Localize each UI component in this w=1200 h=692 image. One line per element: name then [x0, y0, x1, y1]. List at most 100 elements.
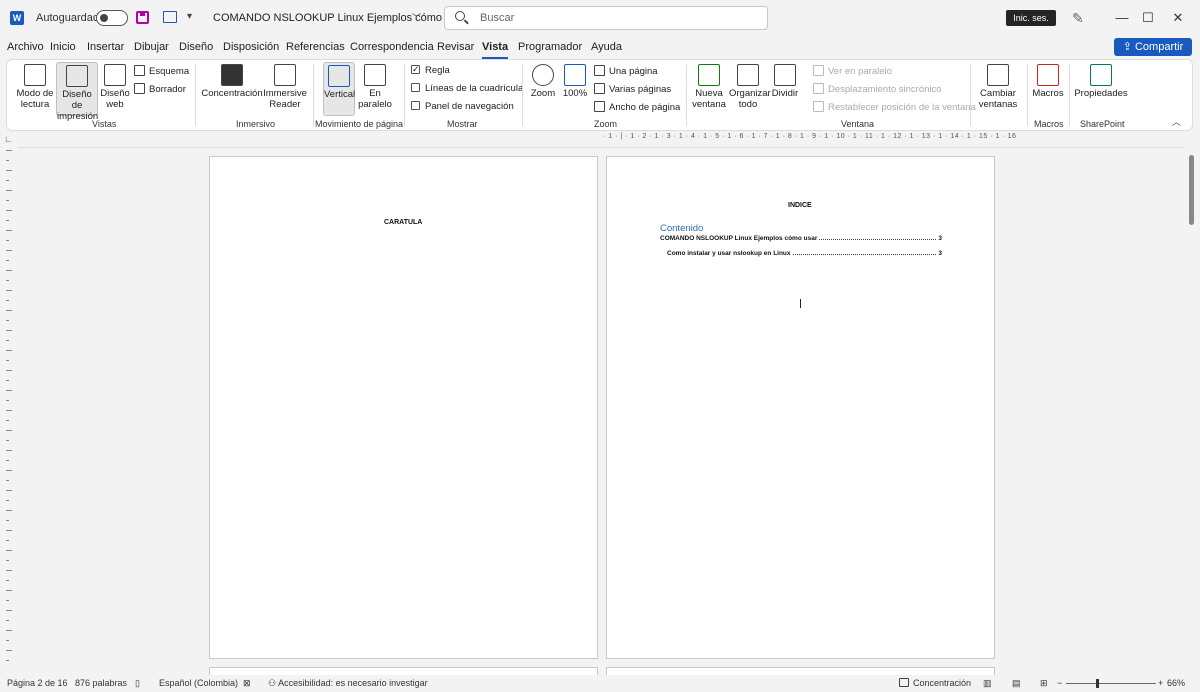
sync-scroll-button[interactable]: Desplazamiento sincrónico — [813, 83, 942, 96]
horizontal-ruler[interactable]: ∟ · 1 · | · 1 · 2 · 1 · 3 · 1 · 4 · 1 · … — [0, 133, 1200, 147]
immersive-reader-icon — [274, 64, 296, 86]
properties-label: Propiedades — [1074, 88, 1128, 99]
vertical-ruler[interactable] — [4, 150, 14, 670]
magnifier-icon — [532, 64, 554, 86]
zoom-in-icon[interactable]: + — [1158, 678, 1163, 688]
tab-ayuda[interactable]: Ayuda — [591, 41, 622, 53]
scrollbar-thumb[interactable] — [1189, 155, 1194, 225]
split-button[interactable]: Dividir — [769, 64, 801, 99]
ruler-tick — [6, 480, 9, 481]
immersive-reader-button[interactable]: Immersive Reader — [263, 64, 307, 110]
view-side-by-side-button[interactable]: Ver en paralelo — [813, 65, 892, 78]
tab-diseno[interactable]: Diseño — [179, 41, 213, 53]
tab-archivo[interactable]: Archivo — [7, 41, 44, 53]
ruler-tick — [6, 550, 12, 551]
reset-window-button[interactable]: Restablecer posición de la ventana — [813, 101, 976, 114]
sync-scroll-label: Desplazamiento sincrónico — [828, 84, 942, 95]
multiple-pages-label: Varias páginas — [609, 84, 672, 95]
vertical-scrollbar[interactable] — [1188, 147, 1196, 675]
web-layout-view-icon[interactable]: ⊞ — [1040, 678, 1048, 689]
tab-programador[interactable]: Programador — [518, 41, 582, 53]
vertical-button[interactable]: Vertical — [323, 62, 355, 116]
search-icon — [455, 11, 465, 21]
pen-icon[interactable]: ✎ — [1072, 10, 1086, 26]
page-count[interactable]: Página 2 de 16 — [7, 678, 68, 688]
print-layout-button[interactable]: Diseño de impresión — [56, 62, 98, 122]
draft-button[interactable]: Borrador — [134, 83, 186, 96]
document-title[interactable]: COMANDO NSLOOKUP Linux Ejemplos cómo usa… — [213, 12, 467, 24]
read-mode-view-icon[interactable]: ▥ — [983, 678, 992, 689]
page-2-title: INDICE — [788, 202, 812, 209]
tab-vista[interactable]: Vista — [482, 41, 509, 59]
one-page-button[interactable]: Una página — [594, 65, 658, 78]
nav-pane-checkbox[interactable]: Panel de navegación — [411, 101, 514, 113]
sign-in-button[interactable]: Inic. ses. — [1006, 10, 1056, 26]
properties-icon — [1090, 64, 1112, 86]
switch-windows-button[interactable]: Cambiar ventanas — [975, 64, 1021, 110]
reading-mode-button[interactable]: Modo de lectura — [13, 64, 57, 110]
page-2[interactable]: INDICE Contenido COMANDO NSLOOKUP Linux … — [606, 156, 995, 659]
side-by-side-button[interactable]: En paralelo — [357, 64, 393, 110]
new-window-button[interactable]: Nueva ventana — [691, 64, 727, 110]
tab-referencias[interactable]: Referencias — [286, 41, 345, 53]
document-canvas[interactable]: CARATULA INDICE Contenido COMANDO NSLOOK… — [18, 147, 1185, 675]
language[interactable]: Español (Colombia) — [159, 678, 238, 688]
outline-icon — [134, 65, 145, 76]
text-predictions-icon[interactable]: ⊠ — [243, 678, 251, 689]
multiple-pages-button[interactable]: Varias páginas — [594, 83, 671, 96]
zoom-100-label: 100% — [562, 88, 588, 99]
word-count[interactable]: 876 palabras — [75, 678, 127, 688]
zoom-slider-knob[interactable] — [1095, 679, 1099, 688]
close-button[interactable]: ✕ — [1168, 8, 1188, 28]
properties-button[interactable]: Propiedades — [1073, 64, 1129, 99]
ruler-tick — [6, 340, 9, 341]
gridlines-checkbox[interactable]: Líneas de la cuadrícula — [411, 83, 523, 95]
autosave-toggle[interactable] — [96, 10, 128, 26]
ruler-tick — [6, 180, 9, 181]
focus-button[interactable]: Concentración — [201, 64, 263, 99]
page-4[interactable] — [606, 667, 995, 675]
zoom-100-button[interactable]: 100% — [561, 64, 589, 99]
arrange-all-button[interactable]: Organizar todo — [729, 64, 771, 110]
zoom-out-icon[interactable]: − — [1057, 678, 1062, 688]
web-layout-button[interactable]: Diseño web — [100, 64, 130, 110]
print-layout-view-icon[interactable]: ▤ — [1012, 678, 1021, 689]
tab-selector-icon[interactable]: ∟ — [4, 134, 13, 144]
proofing-icon[interactable]: ▯ — [135, 678, 140, 689]
focus-status-button[interactable]: Concentración — [899, 678, 971, 688]
ruler-tick — [6, 570, 12, 571]
present-icon[interactable] — [163, 11, 177, 23]
group-label-zoom: Zoom — [594, 119, 618, 129]
tab-disposicion[interactable]: Disposición — [223, 41, 279, 53]
minimize-button[interactable]: — — [1112, 8, 1132, 28]
vertical-label: Vertical — [324, 89, 356, 100]
new-window-label: Nueva ventana — [692, 88, 726, 110]
page-1[interactable]: CARATULA — [209, 156, 598, 659]
macros-button[interactable]: Macros — [1031, 64, 1065, 99]
outline-button[interactable]: Esquema — [134, 65, 189, 78]
tab-correspondencia[interactable]: Correspondencia — [350, 41, 434, 53]
tab-inicio[interactable]: Inicio — [50, 41, 76, 53]
page-width-button[interactable]: Ancho de página — [594, 101, 680, 114]
tab-revisar[interactable]: Revisar — [437, 41, 474, 53]
maximize-button[interactable]: ☐ — [1138, 8, 1158, 28]
ruler-label: Regla — [425, 65, 450, 76]
collapse-ribbon-icon[interactable]: ︿ — [1172, 115, 1181, 128]
zoom-percent[interactable]: 66% — [1167, 678, 1185, 688]
ruler-checkbox[interactable]: Regla — [411, 63, 450, 77]
tab-insertar[interactable]: Insertar — [87, 41, 124, 53]
save-icon[interactable] — [136, 11, 149, 24]
ruler-tick — [6, 530, 12, 531]
immersive-reader-label: Immersive Reader — [263, 88, 307, 110]
customize-toolbar-icon[interactable]: ▾ — [187, 11, 192, 22]
zoom-slider[interactable] — [1066, 679, 1156, 688]
toc-entry[interactable]: Como instalar y usar nslookup en Linux 3 — [667, 250, 942, 257]
zoom-button[interactable]: Zoom — [527, 64, 559, 99]
page-3[interactable] — [209, 667, 598, 675]
chevron-down-icon[interactable]: ﹀ — [412, 11, 421, 24]
accessibility-status[interactable]: ⚇ Accesibilidad: es necesario investigar — [268, 678, 428, 689]
search-input[interactable]: Buscar — [444, 6, 768, 30]
share-button[interactable]: ⇪ Compartir — [1114, 38, 1192, 56]
tab-dibujar[interactable]: Dibujar — [134, 41, 169, 53]
toc-entry[interactable]: COMANDO NSLOOKUP Linux Ejemplos cómo usa… — [660, 235, 942, 242]
